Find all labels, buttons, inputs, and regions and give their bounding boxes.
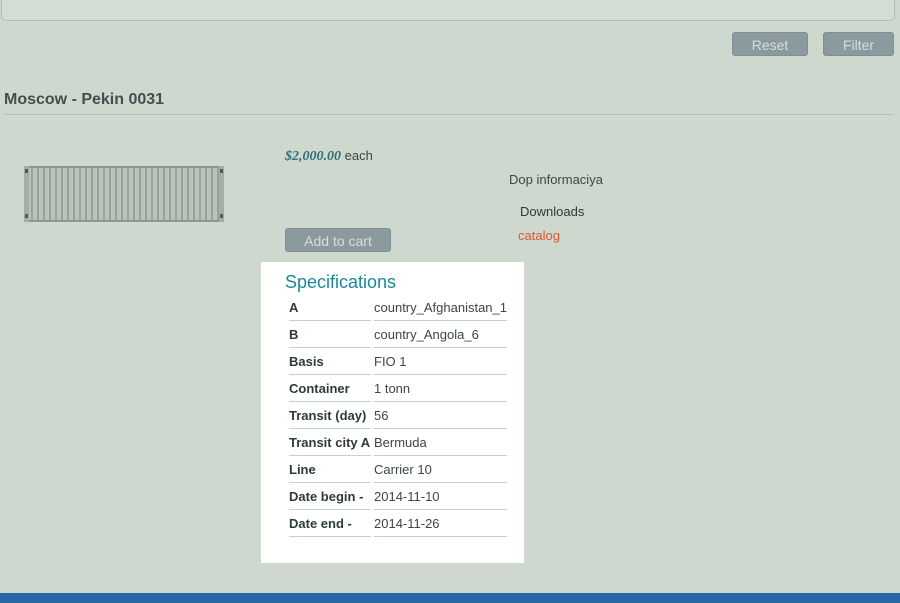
spec-row: Transit (day) 56 — [289, 402, 507, 429]
spec-value: 2014-11-10 — [374, 483, 507, 510]
spec-row: Basis FIO 1 — [289, 348, 507, 375]
catalog-link[interactable]: catalog — [518, 228, 560, 243]
spec-value: 56 — [374, 402, 507, 429]
spec-name: B — [289, 321, 371, 348]
specifications-table: A country_Afghanistan_1 B country_Angola… — [286, 294, 510, 537]
downloads-label: Downloads — [520, 204, 585, 219]
spec-name: A — [289, 294, 371, 321]
price-unit: each — [344, 148, 373, 163]
add-to-cart-button[interactable]: Add to cart — [285, 228, 391, 252]
spec-value: Carrier 10 — [374, 456, 507, 483]
product-price: $2,000.00 — [285, 149, 341, 164]
price-line: $2,000.00 each — [285, 148, 373, 165]
spec-row: Container 1 tonn — [289, 375, 507, 402]
specifications-heading: Specifications — [285, 272, 397, 292]
spec-row: B country_Angola_6 — [289, 321, 507, 348]
shipping-container-image[interactable] — [24, 166, 224, 222]
specifications-panel: Specifications A country_Afghanistan_1 B… — [261, 262, 524, 563]
spec-row: Line Carrier 10 — [289, 456, 507, 483]
footer-bar — [0, 593, 900, 603]
spec-row: A country_Afghanistan_1 — [289, 294, 507, 321]
spec-name: Container — [289, 375, 371, 402]
spec-name: Transit (day) — [289, 402, 371, 429]
spec-value: 1 tonn — [374, 375, 507, 402]
spec-name: Basis — [289, 348, 371, 375]
spec-name: Date end - — [289, 510, 371, 537]
filter-button[interactable]: Filter — [823, 32, 894, 56]
extra-info-label: Dop informaciya — [509, 172, 603, 187]
spec-row: Date end - 2014-11-26 — [289, 510, 507, 537]
spec-name: Transit city A — [289, 429, 371, 456]
spec-value: 2014-11-26 — [374, 510, 507, 537]
spec-row: Transit city A Bermuda — [289, 429, 507, 456]
spec-row: Date begin - 2014-11-10 — [289, 483, 507, 510]
spec-value: country_Angola_6 — [374, 321, 507, 348]
reset-button[interactable]: Reset — [732, 32, 808, 56]
title-divider — [4, 114, 894, 115]
spec-value: Bermuda — [374, 429, 507, 456]
spec-value: FIO 1 — [374, 348, 507, 375]
spec-value: country_Afghanistan_1 — [374, 294, 507, 321]
spec-name: Line — [289, 456, 371, 483]
spec-name: Date begin - — [289, 483, 371, 510]
container-icon — [24, 166, 224, 222]
filter-panel — [1, 0, 895, 21]
product-title: Moscow - Pekin 0031 — [4, 91, 165, 108]
